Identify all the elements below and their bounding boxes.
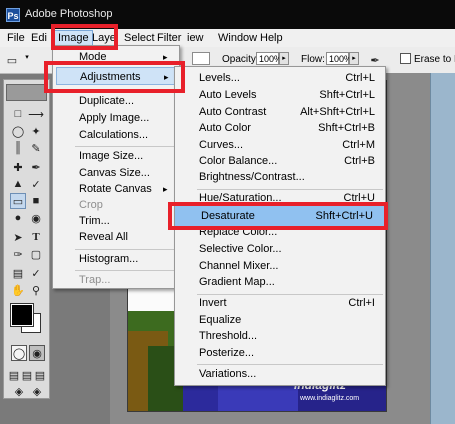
menu-item-posterize[interactable]: Posterize... xyxy=(199,344,375,362)
menu-item-image-size[interactable]: Image Size... xyxy=(53,147,179,165)
flow-input[interactable]: 100% xyxy=(326,52,352,65)
menu-item-trap[interactable]: Trap... xyxy=(53,271,179,289)
photoshop-app-icon: Ps xyxy=(6,8,20,22)
imageready-icon[interactable]: ◈ xyxy=(29,383,45,399)
menu-help[interactable]: Help xyxy=(260,32,283,44)
menu-item-brightness-contrast[interactable]: Brightness/Contrast... xyxy=(199,168,375,186)
slice-tool-icon[interactable]: ✎ xyxy=(28,140,44,156)
magic-wand-tool-icon[interactable]: ✦ xyxy=(28,123,44,139)
gradient-tool-icon[interactable]: ■ xyxy=(28,193,44,209)
clone-stamp-tool-icon[interactable]: ▲ xyxy=(10,176,26,192)
menu-item-auto-color[interactable]: Auto Color Shft+Ctrl+B xyxy=(199,119,375,137)
adjustments-callout xyxy=(44,61,185,93)
menu-item-invert[interactable]: Invert Ctrl+I xyxy=(199,294,375,312)
pen-tool-icon[interactable]: ✑ xyxy=(10,246,26,262)
type-tool-icon[interactable]: T xyxy=(28,229,44,245)
toolbox: □ ⟶ ◯ ✦ ║ ✎ ✚ ✒ ▲ ✓ ▭ ■ ● ◉ ➤ T ✑ ▢ ▤ ✓ … xyxy=(3,79,50,399)
menu-view[interactable]: iew xyxy=(187,32,204,44)
zoom-tool-icon[interactable]: ⚲ xyxy=(28,282,44,298)
history-brush-tool-icon[interactable]: ✓ xyxy=(28,176,44,192)
opacity-input[interactable]: 100% xyxy=(256,52,282,65)
eyedropper-tool-icon[interactable]: ✓ xyxy=(28,265,44,281)
rectangle-tool-icon[interactable]: ▢ xyxy=(28,246,44,262)
lasso-tool-icon[interactable]: ◯ xyxy=(10,123,26,139)
marquee-tool-icon[interactable]: □ xyxy=(10,106,26,122)
erase-to-history-label: Erase to Histo xyxy=(414,54,455,65)
full-screen-menubar-icon[interactable]: ▤ xyxy=(21,367,33,383)
path-selection-tool-icon[interactable]: ➤ xyxy=(10,229,26,245)
full-screen-mode-icon[interactable]: ▤ xyxy=(34,367,46,383)
menu-item-levels[interactable]: Levels... Ctrl+L xyxy=(199,69,375,87)
menu-file[interactable]: File xyxy=(7,32,25,44)
crop-tool-icon[interactable]: ║ xyxy=(10,140,26,156)
blur-tool-icon[interactable]: ● xyxy=(10,210,26,226)
menu-filter[interactable]: Filter xyxy=(157,32,181,44)
brush-size-field[interactable] xyxy=(192,52,210,65)
opacity-dropdown-icon[interactable]: ▸ xyxy=(279,52,289,65)
move-tool-icon[interactable]: ⟶ xyxy=(28,106,44,122)
menu-item-calculations[interactable]: Calculations... xyxy=(53,126,179,144)
foreground-color-swatch[interactable] xyxy=(10,303,34,327)
menu-item-reveal-all[interactable]: Reveal All xyxy=(53,228,179,246)
menu-item-gradient-map[interactable]: Gradient Map... xyxy=(199,273,375,291)
desaturate-callout xyxy=(168,202,388,230)
menu-item-threshold[interactable]: Threshold... xyxy=(199,327,375,345)
flow-dropdown-icon[interactable]: ▸ xyxy=(349,52,359,65)
menu-item-variations[interactable]: Variations... xyxy=(199,365,375,383)
menu-item-histogram[interactable]: Histogram... xyxy=(53,250,179,268)
menu-edit[interactable]: Edi xyxy=(31,32,47,44)
menu-select[interactable]: Select xyxy=(124,32,155,44)
toolbox-header[interactable] xyxy=(6,84,47,101)
menu-window[interactable]: Window xyxy=(218,32,257,44)
hand-tool-icon[interactable]: ✋ xyxy=(10,282,26,298)
opacity-label: Opacity: xyxy=(222,54,259,65)
canvas-scroll-strip[interactable] xyxy=(430,73,455,424)
menu-item-selective-color[interactable]: Selective Color... xyxy=(199,240,375,258)
standard-screen-mode-icon[interactable]: ▤ xyxy=(8,367,20,383)
healing-brush-tool-icon[interactable]: ✚ xyxy=(10,159,26,175)
erase-to-history-checkbox[interactable] xyxy=(400,53,411,64)
jump-to-imageready-icon[interactable]: ◈ xyxy=(11,383,27,399)
menu-item-auto-levels[interactable]: Auto Levels Shft+Ctrl+L xyxy=(199,86,375,104)
watermark-url: www.indiaglitz.com xyxy=(300,395,360,402)
flow-label: Flow: xyxy=(301,54,325,65)
standard-mode-icon[interactable]: ◯ xyxy=(11,345,27,361)
menu-item-apply-image[interactable]: Apply Image... xyxy=(53,109,179,127)
brush-tool-icon[interactable]: ✒ xyxy=(28,159,44,175)
quick-mask-mode-icon[interactable]: ◉ xyxy=(29,345,45,361)
menu-item-duplicate[interactable]: Duplicate... xyxy=(53,92,179,110)
eraser-tool-preset-icon[interactable]: ▭ xyxy=(4,52,20,68)
eraser-tool-icon[interactable]: ▭ xyxy=(10,193,26,209)
window-title: Adobe Photoshop xyxy=(25,8,113,20)
dodge-tool-icon[interactable]: ◉ xyxy=(28,210,44,226)
image-menu-callout xyxy=(51,24,118,50)
tool-preset-dropdown-icon[interactable]: ▾ xyxy=(22,52,32,65)
notes-tool-icon[interactable]: ▤ xyxy=(10,265,26,281)
